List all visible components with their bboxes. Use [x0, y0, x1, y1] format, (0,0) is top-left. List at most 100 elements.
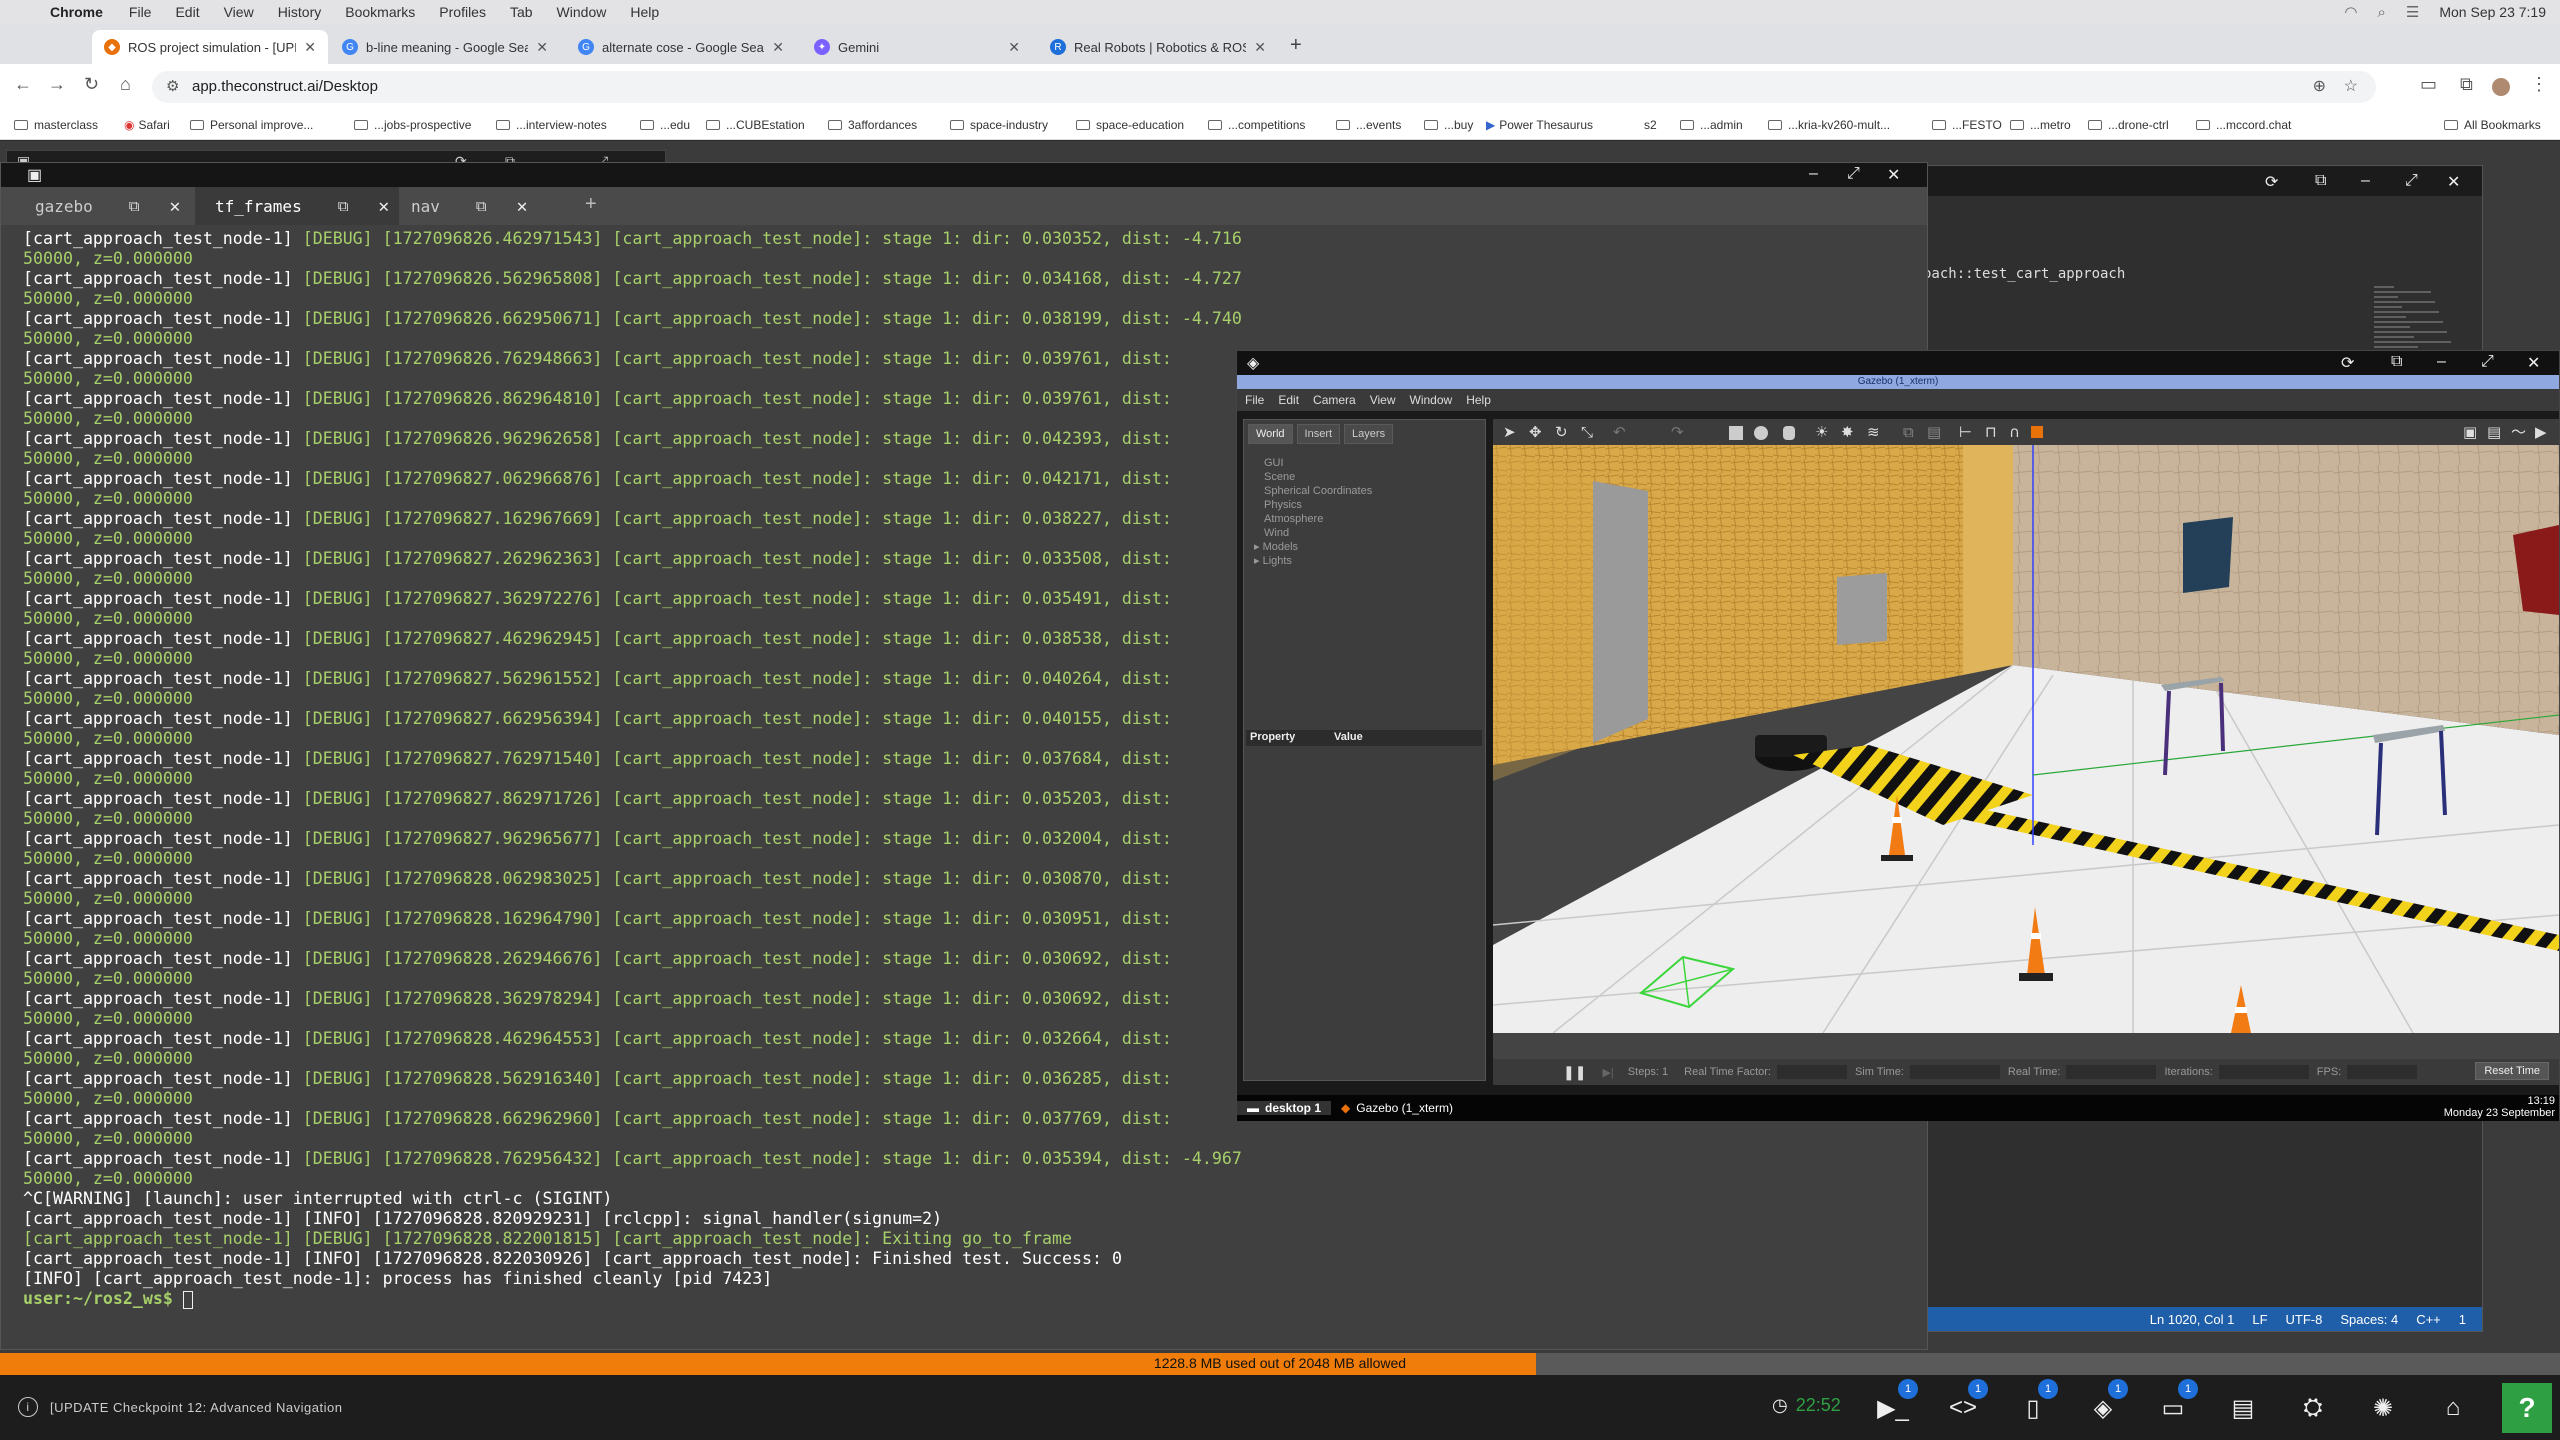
tab-tf-frames[interactable]: tf_frames ⧉ ✕	[195, 187, 400, 225]
taskbar-gazebo[interactable]: ◆ Gazebo (1_xterm)	[1331, 1101, 1463, 1115]
close-icon[interactable]: ✕	[1254, 39, 1266, 56]
gz-menu-help[interactable]: Help	[1466, 393, 1491, 407]
gz-menu-view[interactable]: View	[1370, 393, 1396, 407]
menu-help[interactable]: Help	[630, 4, 659, 20]
minimize-icon[interactable]: –	[1809, 165, 1818, 183]
menu-profiles[interactable]: Profiles	[439, 4, 486, 20]
steps-label[interactable]: Steps: 1	[1628, 1066, 1668, 1078]
bookmark-item[interactable]: ...competitions	[1208, 118, 1305, 132]
tab-world[interactable]: World	[1248, 424, 1293, 444]
control-center-icon[interactable]: ☰	[2406, 3, 2419, 21]
indent-setting[interactable]: Spaces: 4	[2340, 1312, 2398, 1327]
close-icon[interactable]: ✕	[517, 196, 528, 217]
tab-insert[interactable]: Insert	[1296, 424, 1341, 444]
bookmark-item[interactable]: ...interview-notes	[496, 118, 607, 132]
close-icon[interactable]: ✕	[1008, 39, 1020, 56]
bookmark-item[interactable]: ...FESTO	[1932, 118, 2002, 132]
project-info[interactable]: i [UPDATE Checkpoint 12: Advanced Naviga…	[18, 1397, 342, 1417]
menu-window[interactable]: Window	[557, 4, 607, 20]
close-icon[interactable]: ✕	[536, 39, 548, 56]
popout-icon[interactable]: ⧉	[129, 197, 140, 215]
simulation-scene[interactable]	[1493, 445, 2559, 1033]
cast-icon[interactable]: ▭	[2420, 74, 2437, 95]
menubar-datetime[interactable]: Mon Sep 23 7:19	[2439, 4, 2546, 20]
popout-icon[interactable]: ⧉	[2391, 353, 2402, 371]
help-button[interactable]: ?	[2502, 1383, 2552, 1433]
back-icon[interactable]: ←	[14, 74, 32, 95]
gz-menu-camera[interactable]: Camera	[1313, 393, 1356, 407]
avatar[interactable]	[2492, 78, 2510, 96]
bookmark-item[interactable]: ...mccord.chat	[2196, 118, 2291, 132]
bookmark-item[interactable]: space-education	[1076, 118, 1184, 132]
site-info-icon[interactable]: ⚙	[166, 77, 179, 95]
all-bookmarks[interactable]: All Bookmarks	[2444, 118, 2541, 132]
bookmark-item[interactable]: masterclass	[14, 118, 98, 132]
menu-tab[interactable]: Tab	[510, 4, 533, 20]
menu-edit[interactable]: Edit	[175, 4, 199, 20]
close-icon[interactable]: ✕	[772, 39, 784, 56]
bookmark-item[interactable]: ...buy	[1424, 118, 1473, 132]
code-editor-launcher[interactable]: <> 1	[1946, 1379, 1988, 1425]
tab-real-robots[interactable]: R Real Robots | Robotics & ROS ✕	[1038, 30, 1278, 64]
chrome-menu-icon[interactable]: ⋮	[2530, 74, 2548, 95]
desktop-launcher[interactable]: ▭ 1	[2156, 1379, 2198, 1425]
bookmark-item[interactable]: s2	[1644, 118, 1657, 132]
close-icon[interactable]: ✕	[1887, 165, 1900, 185]
add-tab-button[interactable]: +	[585, 193, 597, 216]
language-mode[interactable]: C++	[2416, 1312, 2441, 1327]
bookmark-star-icon[interactable]: ☆	[2344, 76, 2358, 96]
bookmark-item[interactable]: 3affordances	[828, 118, 917, 132]
tab-layers[interactable]: Layers	[1344, 424, 1394, 444]
gazebo-3d-viewport[interactable]: ➤ ✥ ↻ ⤡ ↶ ↷ ☀ ✸ ≋ ⧉ ▤ ⊢ ⊓ ∩ ▣ ▤ 〜 ▶	[1493, 419, 2559, 1059]
search-icon[interactable]: ⌕	[2378, 4, 2386, 21]
menu-bookmarks[interactable]: Bookmarks	[345, 4, 415, 20]
bookmark-item[interactable]: ...kria-kv260-mult...	[1768, 118, 1890, 132]
menu-view[interactable]: View	[224, 4, 254, 20]
bookmark-item[interactable]: ...drone-ctrl	[2088, 118, 2169, 132]
reload-icon[interactable]: ↻	[84, 74, 99, 95]
home-icon[interactable]: ⌂	[120, 74, 131, 95]
gz-menu-window[interactable]: Window	[1410, 393, 1453, 407]
bookmark-item[interactable]: space-industry	[950, 118, 1048, 132]
menu-history[interactable]: History	[278, 4, 322, 20]
tab-alternate[interactable]: G alternate cose - Google Sear ✕	[566, 30, 796, 64]
tree-item[interactable]: Physics	[1254, 498, 1372, 512]
taskbar-desktop[interactable]: ▬ desktop 1	[1237, 1101, 1332, 1115]
tree-item[interactable]: ▸ Models	[1254, 540, 1372, 554]
bookmark-item[interactable]: ...jobs-prospective	[354, 118, 471, 132]
home-launcher[interactable]: ⌂	[2436, 1391, 2470, 1425]
ai-assistant-launcher[interactable]: ✺	[2366, 1391, 2400, 1425]
gz-menu-edit[interactable]: Edit	[1278, 393, 1299, 407]
app-name[interactable]: Chrome	[50, 4, 103, 20]
close-icon[interactable]: ✕	[2447, 172, 2460, 192]
menu-file[interactable]: File	[129, 4, 152, 20]
tree-item[interactable]: ▸ Lights	[1254, 554, 1372, 568]
bookmark-item[interactable]: ...events	[1336, 118, 1401, 132]
tab-gemini[interactable]: ✦ Gemini ✕	[802, 30, 1032, 64]
minimize-icon[interactable]: –	[2361, 172, 2370, 190]
bookmark-item[interactable]: ◉ Safari	[124, 118, 170, 132]
tab-ros-project[interactable]: ◆ ROS project simulation - [UPI ✕	[92, 30, 328, 64]
encoding[interactable]: UTF-8	[2286, 1312, 2323, 1327]
minimize-icon[interactable]: –	[2437, 353, 2446, 371]
bookmark-item[interactable]: ...CUBEstation	[706, 118, 805, 132]
terminal-launcher[interactable]: ▶_ 1	[1876, 1379, 1918, 1425]
address-bar[interactable]: ⚙ app.theconstruct.ai/Desktop ⊕ ☆	[152, 71, 2376, 103]
wifi-icon[interactable]: ◠	[2344, 3, 2357, 21]
zoom-icon[interactable]: ⊕	[2313, 76, 2326, 96]
tab-bline[interactable]: G b-line meaning - Google Sear ✕	[330, 30, 560, 64]
bookmark-item[interactable]: Personal improve...	[190, 118, 313, 132]
popout-icon[interactable]: ⧉	[2315, 172, 2326, 190]
gz-menu-file[interactable]: File	[1245, 393, 1264, 407]
pause-button[interactable]: ❚❚	[1563, 1064, 1586, 1081]
terminal-prompt[interactable]: user:~/ros2_ws$	[23, 1289, 1243, 1309]
extensions-icon[interactable]: ⧉	[2460, 74, 2473, 95]
tree-item[interactable]: Spherical Coordinates	[1254, 484, 1372, 498]
tree-item[interactable]: Wind	[1254, 526, 1372, 540]
terminal-output[interactable]: [cart_approach_test_node-1] [DEBUG] [172…	[23, 229, 1243, 1329]
maximize-icon[interactable]: ⤢	[2405, 172, 2418, 190]
bookmark-item[interactable]: ...admin	[1680, 118, 1743, 132]
maximize-icon[interactable]: ⤢	[1847, 165, 1860, 183]
cursor-position[interactable]: Ln 1020, Col 1	[2150, 1312, 2235, 1327]
refresh-icon[interactable]: ⟳	[2265, 172, 2278, 192]
